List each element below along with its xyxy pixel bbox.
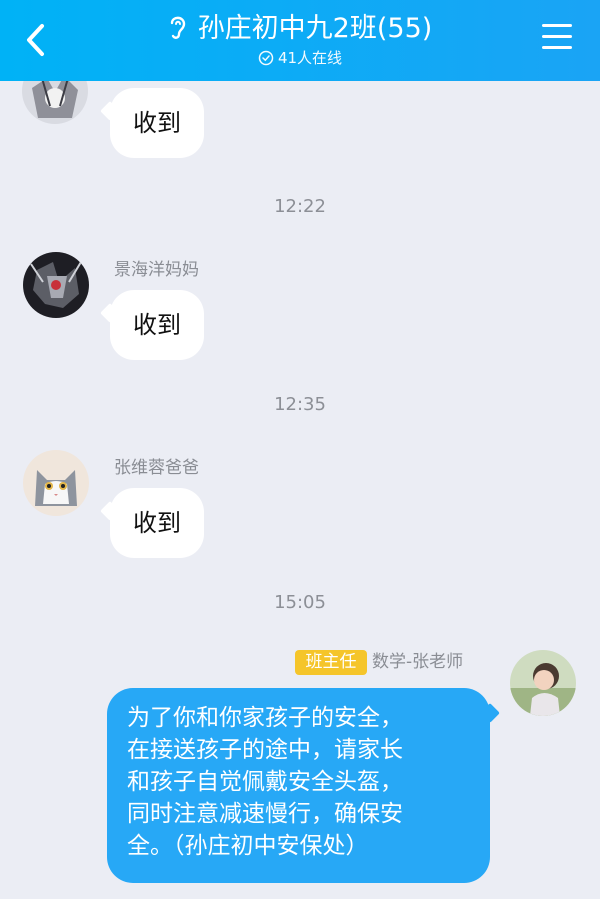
timestamp: 15:05 [274, 592, 326, 613]
message-bubble[interactable]: 收到 [110, 88, 204, 158]
timestamp: 12:35 [274, 394, 326, 415]
sender-name: 数学-张老师 [372, 652, 464, 672]
sender-name: 景海洋妈妈 [114, 260, 199, 280]
avatar[interactable] [23, 252, 89, 318]
message-text: 收到 [133, 109, 181, 137]
menu-button[interactable] [542, 24, 572, 54]
role-badge: 班主任 [295, 650, 367, 675]
message-line: 为了你和你家孩子的安全， [127, 705, 403, 731]
avatar[interactable] [23, 450, 89, 516]
message-text: 收到 [133, 311, 181, 339]
message-bubble[interactable]: 收到 [110, 290, 204, 360]
check-circle-icon [258, 50, 274, 66]
chat-title-area[interactable]: 孙庄初中九2班(55) 41人在线 [0, 12, 600, 68]
message-line: 全。（孙庄初中安保处） [127, 833, 369, 859]
chat-header: 孙庄初中九2班(55) 41人在线 [0, 0, 600, 81]
menu-line [542, 46, 572, 49]
ear-icon [170, 16, 185, 39]
message-line: 同时注意减速慢行，确保安 [127, 801, 403, 827]
cat-avatar-image [23, 450, 89, 516]
message-bubble-self[interactable]: 为了你和你家孩子的安全， 在接送孩子的途中，请家长 和孩子自觉佩戴安全头盔， 同… [107, 688, 490, 883]
chat-title: 孙庄初中九2班(55) [197, 13, 433, 44]
robot-avatar-image [23, 252, 89, 318]
timestamp: 12:22 [274, 196, 326, 217]
message-line: 在接送孩子的途中，请家长 [127, 737, 403, 763]
hamburger-menu-icon [542, 24, 572, 27]
sender-name: 张维蓉爸爸 [114, 458, 199, 478]
avatar[interactable] [510, 650, 576, 716]
child-photo-avatar-image [510, 650, 576, 716]
message-bubble[interactable]: 收到 [110, 488, 204, 558]
online-count: 41人在线 [277, 49, 343, 67]
message-text: 收到 [133, 509, 181, 537]
message-line: 和孩子自觉佩戴安全头盔， [127, 769, 403, 795]
menu-line [542, 35, 572, 38]
